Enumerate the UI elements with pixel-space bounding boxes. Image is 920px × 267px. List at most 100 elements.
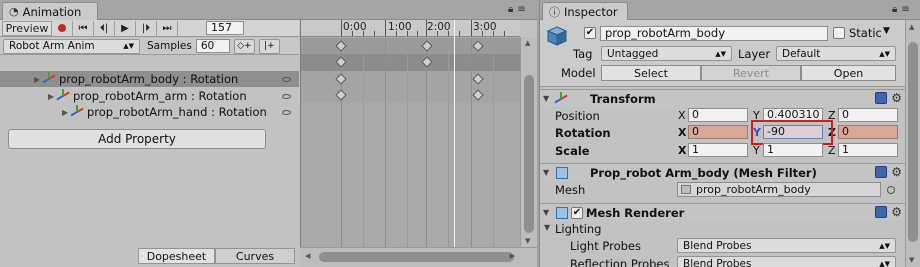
position-z-field[interactable]: 0: [838, 108, 898, 122]
property-row-body[interactable]: ▶ prop_robotArm_body : Rotation: [0, 71, 299, 87]
clip-dropdown[interactable]: Robot Arm Anim ▲▼: [3, 38, 140, 54]
transform-axes-icon: [56, 89, 70, 102]
inspector-scrollbar[interactable]: ▲ ▼: [905, 20, 920, 267]
gear-icon[interactable]: ⚙: [891, 206, 902, 218]
light-probes-dropdown[interactable]: Blend Probes ▲▼: [677, 238, 896, 253]
property-options-icon[interactable]: [282, 93, 291, 99]
animation-toolbar: Preview ⏮ ⏴| ▶ |⏵ ⏭ 157: [0, 20, 299, 37]
lock-icon[interactable]: 🔒︎: [892, 4, 897, 15]
preview-button[interactable]: Preview: [2, 20, 52, 36]
samples-label: Samples: [147, 40, 192, 52]
object-name-field[interactable]: prop_robotArm_body: [600, 26, 828, 41]
tick-label: 1:00: [388, 21, 412, 33]
scroll-left-icon[interactable]: ◀: [305, 252, 310, 260]
mesh-renderer-header[interactable]: ▼ ✔ Mesh Renderer ⚙: [540, 203, 906, 221]
last-key-button[interactable]: ⏭: [157, 20, 178, 36]
first-key-button[interactable]: ⏮: [73, 20, 94, 36]
tab-curves[interactable]: Curves: [215, 248, 295, 264]
scale-y-field[interactable]: 1: [763, 143, 823, 157]
property-label: prop_robotArm_arm : Rotation: [73, 89, 247, 103]
scroll-down-icon[interactable]: ▼: [909, 256, 914, 264]
tab-animation[interactable]: ◔ Animation: [2, 2, 98, 20]
scrollbar-thumb[interactable]: [524, 75, 534, 233]
scrollbar-thumb[interactable]: [908, 42, 918, 242]
samples-field[interactable]: 60: [195, 39, 230, 53]
add-keyframe-button[interactable]: ◇+: [233, 38, 255, 54]
lighting-label: Lighting: [555, 222, 602, 236]
property-options-icon[interactable]: [282, 76, 291, 82]
collapse-arrow-icon[interactable]: ▼: [544, 223, 550, 232]
transform-axes-icon: [70, 105, 84, 118]
body-lane: [301, 54, 520, 71]
next-key-button[interactable]: |⏵: [136, 20, 157, 36]
object-picker-icon[interactable]: [887, 186, 895, 194]
gear-icon[interactable]: ⚙: [891, 166, 902, 178]
next-key-icon: |⏵: [141, 22, 151, 34]
static-label: Static: [849, 26, 882, 40]
static-dropdown-icon[interactable]: ▼: [883, 26, 890, 36]
model-select-button[interactable]: Select: [601, 65, 701, 81]
inspector-window-controls: 🔒︎ ≡: [892, 4, 910, 15]
help-book-icon[interactable]: [875, 92, 888, 104]
dropdown-arrow-icon: ▲▼: [123, 42, 134, 50]
scroll-up-icon[interactable]: ▲: [525, 39, 530, 47]
property-row-arm[interactable]: ▶ prop_robotArm_arm : Rotation: [0, 88, 299, 104]
playhead[interactable]: [454, 20, 455, 247]
timeline-horizontal-scrollbar[interactable]: ◀ ▶: [300, 247, 537, 267]
add-property-button[interactable]: Add Property: [8, 129, 266, 149]
gear-icon[interactable]: ⚙: [891, 92, 902, 104]
play-icon: ▶: [121, 22, 129, 34]
scale-x-field[interactable]: 1: [688, 143, 748, 157]
prev-key-icon: ⏴|: [99, 22, 109, 34]
model-revert-button[interactable]: Revert: [701, 65, 801, 81]
menu-icon[interactable]: ≡: [901, 4, 909, 15]
collapse-arrow-icon[interactable]: ▼: [543, 94, 553, 103]
position-x-field[interactable]: 0: [688, 108, 748, 122]
mesh-field[interactable]: prop_robotArm_body: [677, 182, 881, 197]
scale-z-field[interactable]: 1: [838, 143, 898, 157]
timeline-vertical-scrollbar[interactable]: ▲ ▼: [520, 37, 537, 247]
add-event-button[interactable]: |+: [258, 38, 280, 54]
rotation-x-field[interactable]: 0: [688, 125, 748, 139]
lock-icon[interactable]: 🔒︎: [508, 4, 513, 15]
dopesheet-timeline[interactable]: 0:00 1:00 2:00 3:00: [300, 20, 520, 247]
mesh-filter-header[interactable]: ▼ Prop_robot Arm_body (Mesh Filter) ⚙: [540, 163, 906, 181]
rotation-z-field[interactable]: 0: [838, 125, 898, 139]
transform-header[interactable]: ▼ Transform ⚙: [540, 89, 906, 107]
property-row-hand[interactable]: ▶ prop_robotArm_hand : Rotation: [0, 104, 299, 120]
tag-dropdown[interactable]: Untagged ▲▼: [601, 46, 732, 61]
track-area[interactable]: [301, 38, 520, 247]
mesh-renderer-icon: [556, 206, 568, 219]
help-book-icon[interactable]: [875, 206, 888, 218]
reflection-probes-dropdown[interactable]: Blend Probes ▲▼: [677, 256, 896, 267]
frame-field[interactable]: 157: [206, 21, 244, 35]
static-checkbox[interactable]: [833, 27, 845, 39]
play-button[interactable]: ▶: [115, 20, 136, 36]
menu-icon[interactable]: ≡: [517, 4, 525, 15]
lighting-row[interactable]: ▼ Lighting: [540, 220, 906, 237]
record-button[interactable]: [52, 20, 73, 36]
property-options-icon[interactable]: [282, 109, 291, 115]
time-ruler[interactable]: 0:00 1:00 2:00 3:00: [301, 20, 520, 37]
tab-inspector[interactable]: ⓘ Inspector: [542, 2, 628, 20]
light-probes-value: Blend Probes: [683, 239, 752, 252]
dropdown-arrow-icon: ▲▼: [715, 49, 726, 58]
help-book-icon[interactable]: [875, 166, 888, 178]
scroll-down-icon[interactable]: ▼: [525, 237, 530, 245]
scrollbar-thumb[interactable]: [319, 252, 514, 262]
light-probes-row: Light Probes Blend Probes ▲▼: [540, 237, 906, 254]
tab-dopesheet[interactable]: Dopesheet: [138, 248, 215, 264]
record-icon: [58, 24, 66, 32]
model-open-button[interactable]: Open: [801, 65, 896, 81]
collapse-arrow-icon[interactable]: ▼: [543, 208, 553, 217]
scroll-right-icon[interactable]: ▶: [510, 252, 515, 260]
mesh-renderer-enabled-checkbox[interactable]: ✔: [571, 206, 583, 219]
collapse-arrow-icon[interactable]: ▼: [543, 168, 553, 177]
mesh-grid-icon: [681, 185, 691, 194]
scroll-up-icon[interactable]: ▲: [909, 23, 914, 31]
y-label: Y: [753, 144, 760, 157]
prev-key-button[interactable]: ⏴|: [94, 20, 115, 36]
property-label: prop_robotArm_body : Rotation: [59, 72, 239, 86]
active-checkbox[interactable]: ✔: [584, 27, 596, 39]
layer-dropdown[interactable]: Default ▲▼: [776, 46, 896, 61]
